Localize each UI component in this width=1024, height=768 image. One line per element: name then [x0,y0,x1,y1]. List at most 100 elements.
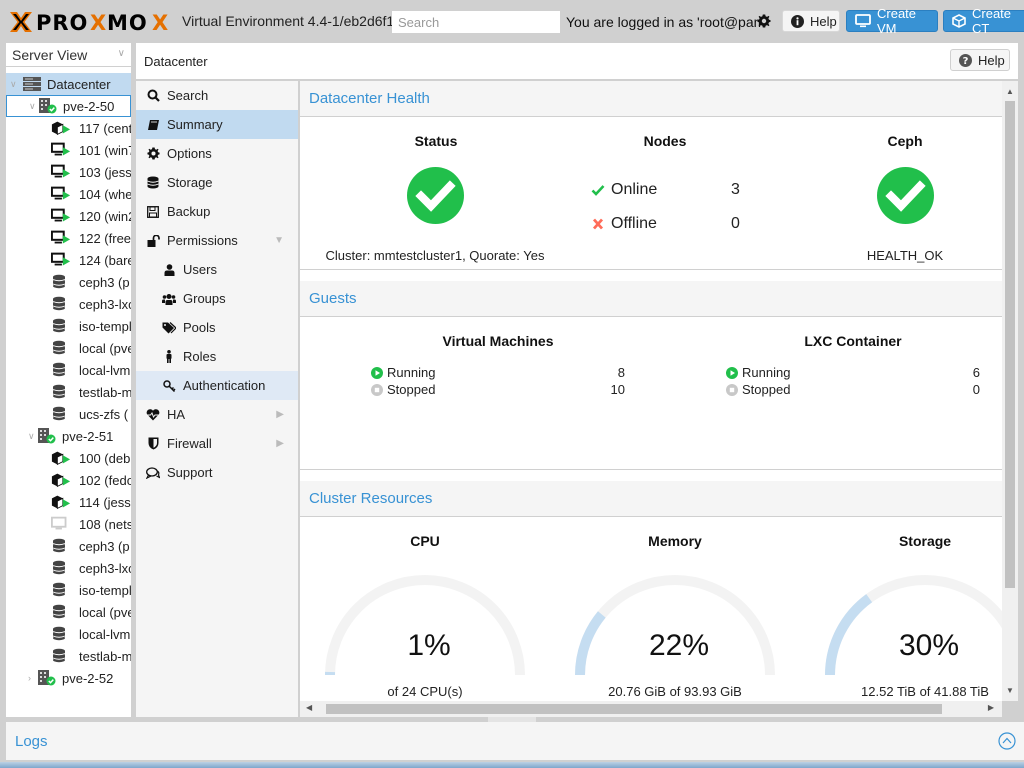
scroll-down-arrow-icon[interactable]: ▼ [1006,686,1014,695]
scroll-right-arrow-icon[interactable]: ▶ [988,703,994,712]
nav-item-label: Users [183,262,217,277]
nav-item-groups[interactable]: Groups [136,284,298,313]
svg-text:PRO: PRO [36,11,88,35]
nav-item-permissions[interactable]: Permissions ▼ [136,226,298,255]
storage-icon [51,582,71,598]
context-help-button[interactable]: ? Help [950,49,1010,71]
page-title: Datacenter [144,54,208,69]
nav-item-label: Groups [183,291,226,306]
tree-item[interactable]: ∨ Datacenter [6,73,131,95]
tree-item[interactable]: iso-templ [6,315,131,337]
tree-item[interactable]: local-lvm [6,359,131,381]
collapse-icon[interactable]: ∨ [29,101,36,112]
tree-item[interactable]: testlab-m [6,645,131,667]
nav-item-summary[interactable]: Summary [136,110,298,139]
gear-icon [146,147,160,161]
horizontal-scrollbar[interactable]: ◀ ▶ [300,701,1002,717]
vm-running-icon [51,208,71,224]
create-ct-button[interactable]: Create CT [943,6,1024,36]
collapse-icon[interactable]: ∨ [28,431,35,442]
expand-logs-icon[interactable] [998,732,1016,750]
vertical-scroll-thumb[interactable] [1005,101,1015,588]
check-icon [591,185,605,196]
nav-item-label: Summary [167,117,223,132]
tree-item[interactable]: 117 (cent [6,117,131,139]
create-ct-label: Create CT [972,6,1012,36]
global-search-input[interactable] [392,11,560,33]
heartbeat-icon [146,408,160,422]
storage-icon [51,340,71,356]
tree-item[interactable]: ceph3 (p [6,535,131,557]
tree-item[interactable]: local (pve [6,337,131,359]
stop-circle-icon [726,383,738,396]
tree-item-label: 103 (jess [79,164,131,180]
tree-item-label: 108 (nets [79,516,131,532]
caret-down-icon[interactable]: ▼ [274,235,284,246]
tree-item[interactable]: local-lvm [6,623,131,645]
nav-item-backup[interactable]: Backup [136,197,298,226]
tree-item[interactable]: 104 (whe [6,183,131,205]
node-online-icon [37,670,57,686]
resource-tree-panel: Server View ∨ ∨ Datacenter ∨ pve-2-50 117 (c… [6,43,131,717]
tree-item-label: testlab-m [79,384,131,400]
user-settings-gear-icon[interactable] [757,14,771,28]
tree-item-label: iso-templ [79,582,131,598]
tree-item[interactable]: 100 (deb [6,447,131,469]
caret-right-icon[interactable]: ▶ [276,409,284,420]
tree-item-label: 104 (whe [79,186,131,202]
tree-item[interactable]: testlab-m [6,381,131,403]
search-icon [146,89,160,103]
tree-item[interactable]: ceph3 (p [6,271,131,293]
storage-percent: 30% [898,629,960,662]
tree-item[interactable]: ceph3-lxc [6,293,131,315]
nav-item-storage[interactable]: Storage [136,168,298,197]
tree-item[interactable]: ∨ pve-2-51 [6,425,131,447]
tree-item[interactable]: 124 (bare [6,249,131,271]
offline-count: 0 [731,215,740,232]
nav-item-search[interactable]: Search [136,81,298,110]
nav-item-authentication[interactable]: Authentication [136,371,298,400]
tree-item[interactable]: 114 (jess [6,491,131,513]
tree-item[interactable]: › pve-2-52 [6,667,131,689]
vertical-scrollbar[interactable]: ▲ ▼ [1002,81,1018,701]
storage-icon [51,296,71,312]
storage-detail: 12.52 TiB of 41.88 TiB [861,684,989,699]
nav-item-pools[interactable]: Pools [136,313,298,342]
nav-item-label: Storage [167,175,213,190]
nav-item-roles[interactable]: Roles [136,342,298,371]
horizontal-scroll-thumb[interactable] [326,704,942,714]
storage-icon [51,626,71,642]
vm-running-icon [51,186,71,202]
tree-item[interactable]: 108 (nets [6,513,131,535]
tree-item[interactable]: iso-templ [6,579,131,601]
tree-item-label: ceph3-lxc [79,560,131,576]
tree-item[interactable]: ∨ pve-2-50 [6,95,131,117]
tree-item[interactable]: ceph3-lxc [6,557,131,579]
server-view-select[interactable]: Server View ∨ [6,43,131,67]
expand-icon[interactable]: › [28,673,31,683]
nav-item-label: Firewall [167,436,212,451]
tree-item[interactable]: 101 (win7 [6,139,131,161]
tree-item[interactable]: 120 (win2 [6,205,131,227]
collapse-icon[interactable]: ∨ [10,79,17,90]
nav-item-firewall[interactable]: Firewall ▶ [136,429,298,458]
nav-item-options[interactable]: Options [136,139,298,168]
nav-item-users[interactable]: Users [136,255,298,284]
create-vm-button[interactable]: Create VM [846,6,938,36]
tree-item[interactable]: 103 (jess [6,161,131,183]
help-button[interactable]: Help [782,10,840,32]
nav-item-support[interactable]: Support [136,458,298,487]
tree-item[interactable]: ucs-zfs ( [6,403,131,425]
scroll-up-arrow-icon[interactable]: ▲ [1006,87,1014,96]
tree-item[interactable]: 122 (free [6,227,131,249]
tree-item-label: 120 (win2 [79,208,131,224]
scroll-left-arrow-icon[interactable]: ◀ [306,703,312,712]
caret-right-icon[interactable]: ▶ [276,438,284,449]
tree-item[interactable]: local (pve [6,601,131,623]
nav-item-ha[interactable]: HA ▶ [136,400,298,429]
storage-icon [51,560,71,576]
container-running-icon [51,472,71,488]
cpu-heading: CPU [410,533,440,549]
tree-item-label: local-lvm [79,362,131,378]
tree-item[interactable]: 102 (fedo [6,469,131,491]
